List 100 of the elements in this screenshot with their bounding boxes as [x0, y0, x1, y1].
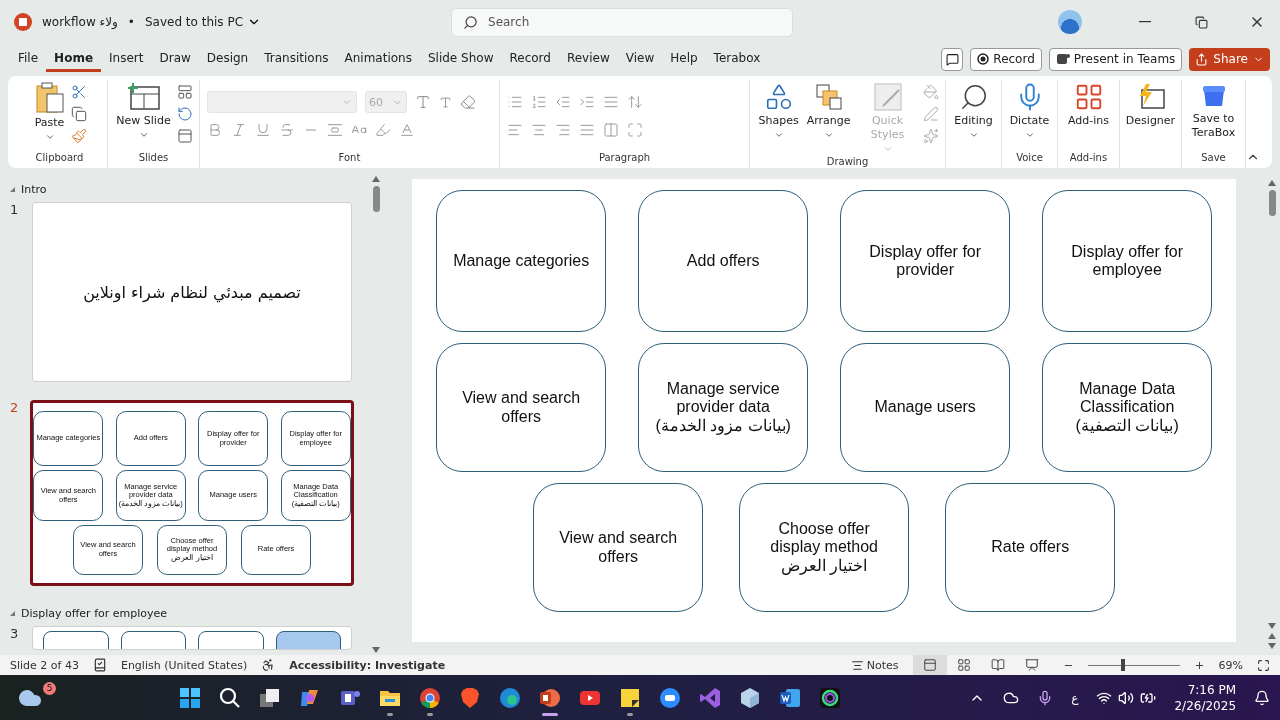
copy-icon[interactable] — [70, 106, 87, 122]
ribbon-button[interactable]: Save to TeraBox — [1185, 80, 1242, 142]
ribbon-button[interactable]: Add-ins — [1066, 80, 1111, 130]
reset-icon[interactable] — [176, 106, 193, 122]
menu-tab[interactable]: Slide Show — [419, 46, 502, 72]
menu-tab[interactable]: Review — [558, 46, 618, 72]
outdent-icon[interactable] — [555, 94, 571, 110]
paintbrush-icon[interactable] — [70, 128, 87, 144]
zoom-level[interactable]: 69% — [1218, 658, 1243, 672]
strikethrough-icon[interactable] — [279, 122, 295, 138]
text-direction-icon[interactable] — [627, 94, 643, 110]
menu-tab[interactable]: Animations — [336, 46, 420, 72]
line-spacing-icon[interactable] — [603, 94, 619, 110]
comments-button[interactable] — [941, 47, 964, 71]
save-status[interactable]: Saved to this PC — [144, 15, 243, 29]
menu-tab[interactable]: Help — [662, 46, 706, 72]
chrome-icon[interactable] — [417, 685, 442, 710]
section-title[interactable]: Display offer for employee — [21, 606, 168, 620]
font-name-field[interactable] — [207, 91, 357, 113]
view-button[interactable] — [912, 655, 947, 675]
fit-slide-icon[interactable] — [1257, 658, 1270, 672]
align-center-icon[interactable] — [531, 122, 547, 138]
spelling-icon[interactable] — [92, 658, 107, 672]
scissors-icon[interactable] — [70, 84, 87, 100]
menu-tab[interactable]: File — [10, 46, 47, 72]
menu-tab[interactable]: Record — [501, 46, 559, 72]
bold-icon[interactable] — [207, 122, 223, 138]
zoom-in-icon[interactable] — [1193, 659, 1205, 671]
accessibility-status[interactable]: Accessibility: Investigate — [289, 658, 446, 672]
ribbon-button[interactable]: Editing — [952, 80, 995, 142]
section-title[interactable]: Intro — [21, 182, 47, 196]
separator-dot: • — [127, 15, 135, 29]
shrink-font-icon[interactable] — [439, 95, 452, 109]
collapse-triangle-icon[interactable] — [10, 186, 15, 192]
menu-tab[interactable]: Insert — [101, 46, 152, 72]
spacing-icon[interactable] — [327, 122, 343, 138]
box-label: Manage users — [874, 398, 976, 417]
box-arabic-label: (بيانات التصفية) — [1075, 416, 1179, 436]
indent-icon[interactable] — [579, 94, 595, 110]
bullets-icon[interactable] — [507, 94, 523, 110]
clock-date[interactable]: 2/26/2025 — [1174, 697, 1236, 714]
ribbon-button[interactable]: Arrange — [804, 80, 853, 142]
present-in-teams-button[interactable]: Present in Teams — [1048, 47, 1183, 71]
columns-icon[interactable] — [603, 122, 619, 138]
arrange-icon — [813, 82, 844, 112]
studio-icon[interactable] — [697, 685, 722, 710]
search-icon[interactable] — [217, 685, 242, 710]
justify-icon[interactable] — [579, 122, 595, 138]
view-icon — [1024, 658, 1039, 672]
box-label: Display offer for employee — [1070, 242, 1185, 280]
menu-tab[interactable]: Terabox — [705, 46, 769, 72]
menu-tab[interactable]: View — [617, 46, 663, 72]
ribbon-button[interactable]: Shapes — [756, 80, 801, 142]
menu-tab[interactable]: Home — [46, 46, 102, 72]
slide-thumbnail[interactable] — [30, 400, 354, 586]
volume-icon[interactable] — [1118, 689, 1135, 706]
underline-icon[interactable] — [255, 122, 271, 138]
record-button[interactable]: Record — [970, 47, 1042, 71]
notes-button[interactable]: Notes — [866, 658, 899, 672]
new-slide-icon — [126, 82, 161, 112]
menu-tab[interactable]: Transitions — [256, 46, 337, 72]
align-right-icon[interactable] — [555, 122, 571, 138]
ribbon-button[interactable]: New Slide — [114, 80, 173, 142]
language-label[interactable]: English (United States) — [120, 658, 248, 672]
italic-icon[interactable] — [231, 122, 247, 138]
ribbon-button[interactable]: Designer — [1123, 80, 1178, 130]
ribbon-button[interactable]: Paste — [32, 80, 67, 144]
menu-tab[interactable]: Design — [198, 46, 257, 72]
box-label: Add offers — [686, 251, 760, 271]
accessibility-icon[interactable] — [261, 658, 276, 672]
powerpoint-icon — [14, 13, 32, 31]
clock-time[interactable]: 7:16 PM — [1174, 681, 1236, 698]
grow-font-icon[interactable] — [415, 94, 431, 110]
avatar[interactable] — [1058, 10, 1082, 34]
collapse-triangle-icon[interactable] — [10, 610, 15, 616]
ring-icon[interactable] — [817, 685, 842, 710]
font-color-icon[interactable] — [399, 122, 415, 138]
layout-icon[interactable] — [176, 84, 193, 100]
box-label: Rate offers — [991, 538, 1070, 557]
document-title: workflow ولاء — [42, 15, 118, 29]
search-field[interactable]: Search — [451, 7, 793, 37]
ribbon-button[interactable]: Dictate — [1007, 80, 1052, 142]
section-icon[interactable] — [176, 128, 193, 144]
caret-icon — [1024, 130, 1035, 140]
start-icon[interactable] — [177, 685, 202, 710]
zoom-thumb[interactable] — [1120, 659, 1125, 671]
numbering-icon[interactable] — [531, 94, 547, 110]
notifications-icon[interactable] — [1254, 689, 1270, 706]
input-language[interactable]: ع — [1071, 689, 1079, 706]
notes-icon[interactable] — [850, 658, 864, 672]
zoom-icon[interactable] — [657, 685, 682, 710]
clear-format-icon[interactable] — [460, 94, 476, 110]
record-icon — [977, 53, 990, 65]
edge-icon[interactable] — [497, 685, 522, 710]
menu-tab[interactable]: Draw — [151, 46, 199, 72]
slide-number: 3 — [10, 626, 20, 643]
slide-thumbnail[interactable]: تصميم مبدئي لنظام شراء اونلاين — [32, 202, 352, 382]
share-button[interactable]: Share — [1189, 47, 1270, 71]
highlighter-icon[interactable] — [375, 122, 391, 138]
align-left-icon[interactable] — [507, 122, 523, 138]
